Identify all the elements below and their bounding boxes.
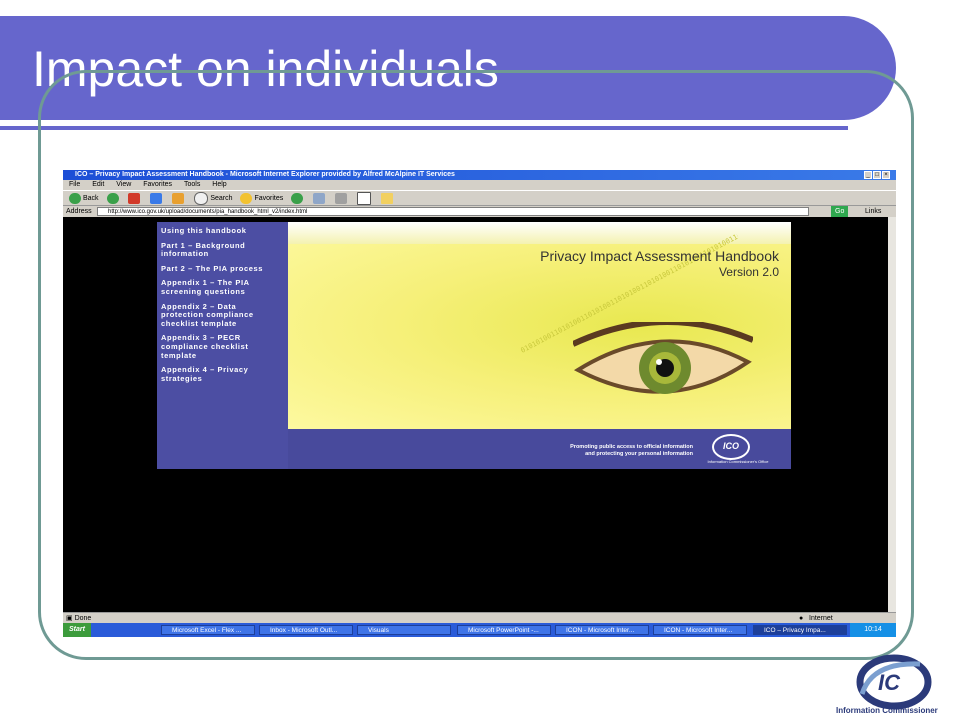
links-button[interactable]: Links xyxy=(865,206,881,217)
vertical-scrollbar[interactable] xyxy=(888,217,896,612)
system-tray-clock: 10:14 xyxy=(850,623,896,637)
address-bar: Address http://www.ico.gov.uk/upload/doc… xyxy=(63,206,896,217)
eye-image xyxy=(573,322,753,394)
home-button[interactable] xyxy=(172,191,186,207)
refresh-button[interactable] xyxy=(150,191,164,207)
home-icon xyxy=(172,192,185,204)
stop-button[interactable] xyxy=(128,191,142,207)
sidebar-item-using[interactable]: Using this handbook xyxy=(161,226,281,236)
sidebar-item-appendix1[interactable]: Appendix 1 – The PIA screening questions xyxy=(161,279,281,296)
status-text: Done xyxy=(74,615,92,622)
search-icon xyxy=(194,191,209,205)
svg-text:IC: IC xyxy=(878,670,901,695)
start-button[interactable]: Start xyxy=(63,623,91,637)
address-label: Address xyxy=(66,208,92,215)
print-icon xyxy=(335,192,348,204)
mail-button[interactable] xyxy=(313,191,327,207)
forward-button[interactable] xyxy=(106,191,121,207)
sidebar-item-part2[interactable]: Part 2 – The PIA process xyxy=(161,264,281,274)
browser-toolbar: Back Search Favorites xyxy=(63,190,896,206)
hero-title: Privacy Impact Assessment Handbook xyxy=(540,248,779,264)
browser-window-screenshot: ICO – Privacy Impact Assessment Handbook… xyxy=(63,170,896,637)
taskbar: Start Microsoft Excel - Flex ... Inbox -… xyxy=(63,623,896,637)
page-icon: ▣ xyxy=(66,615,73,622)
menu-bar: File Edit View Favorites Tools Help xyxy=(63,180,896,190)
handbook-hero: 0101010011010100110101001101010011010100… xyxy=(288,222,791,469)
star-icon xyxy=(240,192,253,204)
mail-icon xyxy=(313,192,326,204)
folder-button[interactable] xyxy=(381,191,395,207)
media-button[interactable] xyxy=(291,191,305,207)
word-button[interactable] xyxy=(357,191,373,207)
menu-tools[interactable]: Tools xyxy=(184,181,200,188)
sidebar-item-appendix4[interactable]: Appendix 4 – Privacy strategies xyxy=(161,365,281,383)
task-powerpoint[interactable]: Microsoft PowerPoint -... xyxy=(457,625,551,635)
sidebar-item-appendix2[interactable]: Appendix 2 – Data protection compliance … xyxy=(161,302,281,329)
task-ico-active[interactable]: ICO – Privacy Impa... xyxy=(753,625,847,635)
back-button[interactable]: Back xyxy=(69,191,99,207)
folder-icon xyxy=(381,192,394,204)
ico-subtitle: Information Commissioner's Office xyxy=(707,459,769,464)
forward-icon xyxy=(106,192,119,204)
task-visuals[interactable]: Visuals xyxy=(357,625,451,635)
maximize-icon[interactable]: □ xyxy=(873,171,881,179)
menu-view[interactable]: View xyxy=(116,181,131,188)
task-excel[interactable]: Microsoft Excel - Flex ... xyxy=(161,625,255,635)
handbook-sidebar: Using this handbook Part 1 – Background … xyxy=(157,222,288,469)
media-icon xyxy=(291,192,304,204)
favorites-button[interactable]: Favorites xyxy=(240,191,283,207)
hero-version: Version 2.0 xyxy=(718,265,779,279)
sidebar-item-part1[interactable]: Part 1 – Background information xyxy=(161,241,281,259)
window-title-bar: ICO – Privacy Impact Assessment Handbook… xyxy=(63,170,896,180)
refresh-icon xyxy=(150,192,163,204)
word-icon xyxy=(357,191,372,205)
page-viewport: Using this handbook Part 1 – Background … xyxy=(63,217,888,612)
address-input[interactable]: http://www.ico.gov.uk/upload/documents/p… xyxy=(97,207,809,216)
print-button[interactable] xyxy=(335,191,349,207)
task-icon-1[interactable]: ICON - Microsoft Inter... xyxy=(555,625,649,635)
go-button[interactable]: Go xyxy=(831,206,849,217)
minimize-icon[interactable]: _ xyxy=(864,171,872,179)
search-button[interactable]: Search xyxy=(194,191,233,207)
stop-icon xyxy=(128,192,141,204)
menu-favorites[interactable]: Favorites xyxy=(143,181,172,188)
ico-logo: ICO xyxy=(712,434,750,460)
task-icon-2[interactable]: ICON - Microsoft Inter... xyxy=(653,625,747,635)
hero-footer: Promoting public access to official info… xyxy=(288,429,791,469)
menu-edit[interactable]: Edit xyxy=(92,181,104,188)
task-outlook[interactable]: Inbox - Microsoft Outl... xyxy=(259,625,353,635)
corner-logo-text: Information Commissioner xyxy=(836,706,938,715)
back-icon xyxy=(69,192,81,204)
menu-help[interactable]: Help xyxy=(212,181,226,188)
promo-text: Promoting public access to official info… xyxy=(570,444,693,457)
menu-file[interactable]: File xyxy=(69,181,80,188)
close-icon[interactable]: × xyxy=(882,171,890,179)
sidebar-item-appendix3[interactable]: Appendix 3 – PECR compliance checklist t… xyxy=(161,334,281,360)
